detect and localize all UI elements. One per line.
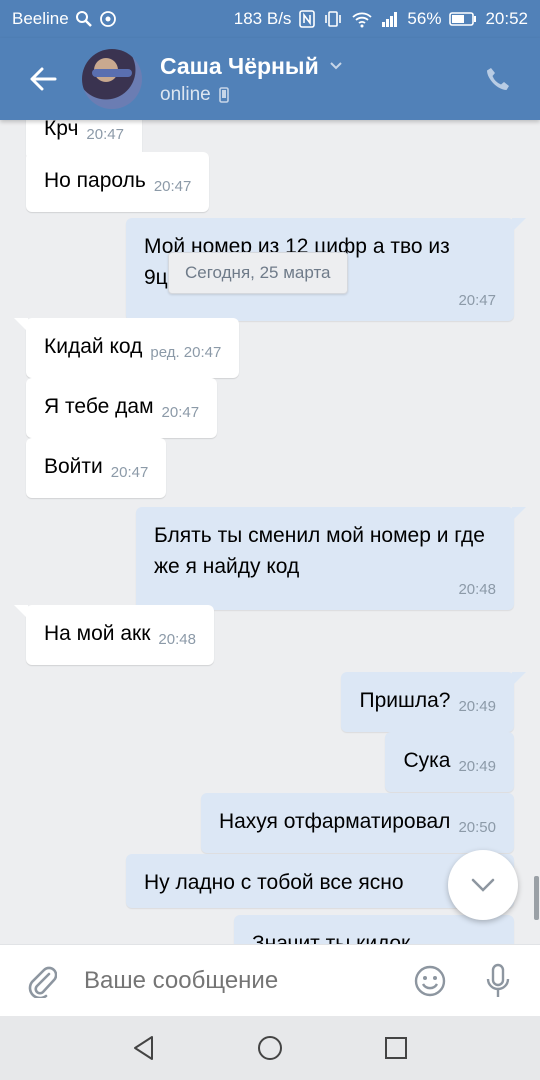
bubble-tail	[512, 672, 526, 686]
microphone-icon	[486, 963, 510, 997]
message-time: 20:49	[458, 698, 496, 715]
scroll-down-button[interactable]	[448, 850, 518, 920]
nav-home-button[interactable]	[252, 1030, 288, 1066]
message-incoming[interactable]: Но пароль 20:47	[26, 152, 210, 212]
message-time: 20:48	[458, 581, 496, 598]
message-incoming[interactable]: Кидай код ред. 20:47	[14, 318, 240, 378]
message-text: Нахуя отфарматировал	[218, 810, 451, 833]
phone-icon	[487, 68, 509, 90]
nav-back-button[interactable]	[126, 1030, 162, 1066]
contact-status-row: online	[160, 84, 343, 106]
bubble-tail	[14, 605, 28, 619]
message-time: ред. 20:47	[150, 344, 222, 361]
message-list[interactable]: Сегодня, 25 марта Крч 20:47 Но пароль 20:4…	[0, 120, 540, 944]
message-outgoing[interactable]: Сука 20:49	[385, 732, 514, 792]
message-text: Ну ладно с тобой все ясно	[144, 871, 404, 894]
bubble-tail	[14, 318, 28, 332]
message-text: Войти	[44, 455, 103, 478]
call-button[interactable]	[478, 59, 518, 99]
voice-button[interactable]	[478, 961, 518, 1001]
smiley-icon	[414, 965, 446, 996]
message-text: Я тебе дам	[44, 395, 154, 418]
message-incoming[interactable]: Я тебе дам 20:47	[26, 378, 218, 438]
system-nav-bar	[0, 1016, 540, 1080]
wifi-icon	[351, 10, 373, 28]
message-text: Сука	[403, 749, 451, 772]
message-text: Но пароль	[44, 169, 146, 192]
message-outgoing[interactable]: Блять ты сменил мой номер и где же я най…	[136, 507, 526, 610]
emoji-button[interactable]	[410, 961, 450, 1001]
nav-recents-button[interactable]	[378, 1030, 414, 1066]
message-time: 20:50	[458, 819, 496, 836]
nfc-icon	[299, 10, 316, 28]
message-time: 20:47	[458, 292, 496, 309]
message-outgoing[interactable]: Нахуя отфарматировал 20:50	[200, 793, 514, 853]
bubble-tail	[512, 507, 526, 521]
message-incoming[interactable]: Войти 20:47	[26, 438, 167, 498]
message-time: 20:48	[158, 631, 196, 648]
date-badge: Сегодня, 25 марта	[168, 252, 348, 294]
chevron-down-icon	[330, 62, 342, 70]
message-time: 20:49	[458, 758, 496, 775]
message-text: Значит ты кидок	[252, 932, 411, 944]
clock: 20:52	[485, 9, 528, 28]
contact-info[interactable]: Саша Чёрный online	[160, 53, 343, 106]
message-text: Крч	[44, 120, 79, 140]
network-speed: 183 B/s	[233, 9, 292, 28]
back-button[interactable]	[21, 57, 65, 101]
attach-button[interactable]	[22, 961, 62, 1001]
message-outgoing[interactable]: Значит ты кидок	[234, 915, 514, 944]
message-text: Блять ты сменил мой номер и где же я най…	[154, 524, 485, 578]
whatsapp-icon	[99, 10, 117, 28]
contact-status: online	[160, 83, 211, 105]
bubble-tail	[512, 218, 526, 232]
square-recents-icon	[385, 1037, 407, 1059]
battery-icon	[449, 11, 477, 27]
message-time: 20:47	[153, 178, 192, 195]
message-text: На мой акк	[44, 622, 151, 645]
contact-name-row: Саша Чёрный	[160, 53, 343, 80]
message-time: 20:47	[110, 464, 149, 481]
status-bar: Beeline 183 B/s 56% 20:52	[0, 0, 540, 38]
mobile-icon	[218, 86, 229, 103]
chevron-down-icon	[471, 878, 495, 892]
paperclip-icon	[28, 966, 57, 998]
scrollbar[interactable]	[534, 876, 539, 920]
contact-name: Саша Чёрный	[160, 52, 319, 79]
message-input[interactable]	[84, 966, 402, 995]
message-outgoing[interactable]: Пришла? 20:49	[341, 672, 526, 732]
carrier-label: Beeline	[12, 9, 69, 28]
message-time: 20:47	[161, 404, 200, 421]
message-text: Пришла?	[359, 689, 451, 712]
triangle-back-icon	[134, 1036, 153, 1060]
avatar[interactable]	[82, 49, 142, 109]
message-text: Кидай код	[44, 335, 143, 358]
battery-percent: 56%	[407, 9, 442, 28]
arrow-left-icon	[30, 67, 57, 91]
message-composer	[0, 944, 540, 1016]
signal-icon	[381, 11, 399, 27]
message-incoming[interactable]: На мой акк 20:48	[14, 605, 214, 665]
search-icon	[75, 10, 93, 28]
vibrate-icon	[323, 10, 343, 28]
circle-home-icon	[258, 1036, 282, 1060]
message-time: 20:47	[86, 126, 124, 143]
chat-header: Саша Чёрный online	[0, 38, 540, 120]
